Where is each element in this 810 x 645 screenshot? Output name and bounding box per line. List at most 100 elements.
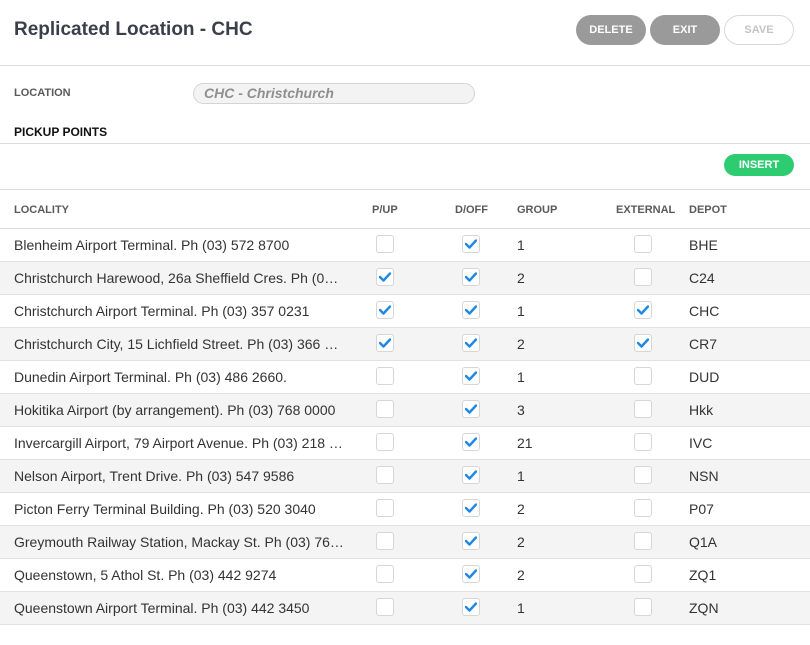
check-icon xyxy=(465,470,477,480)
external-checkbox[interactable] xyxy=(634,235,652,253)
table-row[interactable]: Dunedin Airport Terminal. Ph (03) 486 26… xyxy=(0,361,810,394)
dropoff-checkbox[interactable] xyxy=(462,268,480,286)
dropoff-checkbox[interactable] xyxy=(462,367,480,385)
locality-cell: Dunedin Airport Terminal. Ph (03) 486 26… xyxy=(14,369,287,385)
locality-cell: Christchurch Harewood, 26a Sheffield Cre… xyxy=(14,270,344,286)
table-row[interactable]: Queenstown, 5 Athol St. Ph (03) 442 9274… xyxy=(0,559,810,592)
check-icon xyxy=(465,602,477,612)
column-header-doff[interactable]: D/OFF xyxy=(455,204,488,216)
table-row[interactable]: Invercargill Airport, 79 Airport Avenue.… xyxy=(0,427,810,460)
external-checkbox[interactable] xyxy=(634,268,652,286)
table-row[interactable]: Hokitika Airport (by arrangement). Ph (0… xyxy=(0,394,810,427)
pickup-checkbox[interactable] xyxy=(376,532,394,550)
external-checkbox[interactable] xyxy=(634,499,652,517)
pickup-checkbox[interactable] xyxy=(376,235,394,253)
depot-cell: DUD xyxy=(689,369,720,385)
column-header-locality[interactable]: LOCALITY xyxy=(14,204,69,216)
column-header-external[interactable]: EXTERNAL xyxy=(616,204,675,216)
check-icon xyxy=(379,305,391,315)
save-button[interactable]: SAVE xyxy=(724,15,794,45)
dropoff-checkbox[interactable] xyxy=(462,433,480,451)
dropoff-checkbox[interactable] xyxy=(462,301,480,319)
external-checkbox[interactable] xyxy=(634,466,652,484)
pickup-points-title: PICKUP POINTS xyxy=(14,125,108,139)
depot-cell: BHE xyxy=(689,237,718,253)
depot-cell: NSN xyxy=(689,468,719,484)
table-row[interactable]: Greymouth Railway Station, Mackay St. Ph… xyxy=(0,526,810,559)
external-checkbox[interactable] xyxy=(634,367,652,385)
table-row[interactable]: Christchurch Airport Terminal. Ph (03) 3… xyxy=(0,295,810,328)
depot-cell: ZQN xyxy=(689,600,719,616)
divider xyxy=(0,143,810,144)
depot-cell: Q1A xyxy=(689,534,718,550)
pickup-checkbox[interactable] xyxy=(376,334,394,352)
location-field[interactable]: CHC - Christchurch xyxy=(193,83,475,104)
check-icon xyxy=(465,536,477,546)
check-icon xyxy=(379,272,391,282)
external-checkbox[interactable] xyxy=(634,565,652,583)
check-icon xyxy=(465,437,477,447)
dropoff-checkbox[interactable] xyxy=(462,598,480,616)
delete-button[interactable]: DELETE xyxy=(576,15,646,45)
check-icon xyxy=(465,338,477,348)
dropoff-checkbox[interactable] xyxy=(462,565,480,583)
locality-cell: Christchurch City, 15 Lichfield Street. … xyxy=(14,336,344,352)
locality-cell: Queenstown Airport Terminal. Ph (03) 442… xyxy=(14,600,310,616)
group-cell: 1 xyxy=(517,369,525,385)
pickup-checkbox[interactable] xyxy=(376,565,394,583)
column-header-depot[interactable]: DEPOT xyxy=(689,204,727,216)
locality-cell: Queenstown, 5 Athol St. Ph (03) 442 9274 xyxy=(14,567,277,583)
dropoff-checkbox[interactable] xyxy=(462,466,480,484)
check-icon xyxy=(465,272,477,282)
pickup-checkbox[interactable] xyxy=(376,433,394,451)
table-row[interactable]: Blenheim Airport Terminal. Ph (03) 572 8… xyxy=(0,229,810,262)
pickup-checkbox[interactable] xyxy=(376,466,394,484)
group-cell: 2 xyxy=(517,336,525,352)
table-row[interactable]: Queenstown Airport Terminal. Ph (03) 442… xyxy=(0,592,810,625)
check-icon xyxy=(465,239,477,249)
column-header-pup[interactable]: P/UP xyxy=(372,204,398,216)
check-icon xyxy=(637,338,649,348)
locality-cell: Hokitika Airport (by arrangement). Ph (0… xyxy=(14,402,336,418)
locality-cell: Invercargill Airport, 79 Airport Avenue.… xyxy=(14,435,344,451)
check-icon xyxy=(465,503,477,513)
location-label: LOCATION xyxy=(14,87,71,99)
pickup-checkbox[interactable] xyxy=(376,598,394,616)
table-row[interactable]: Christchurch Harewood, 26a Sheffield Cre… xyxy=(0,262,810,295)
pickup-checkbox[interactable] xyxy=(376,268,394,286)
locality-cell: Blenheim Airport Terminal. Ph (03) 572 8… xyxy=(14,237,290,253)
dropoff-checkbox[interactable] xyxy=(462,532,480,550)
exit-button[interactable]: EXIT xyxy=(650,15,720,45)
pickup-checkbox[interactable] xyxy=(376,301,394,319)
external-checkbox[interactable] xyxy=(634,334,652,352)
dropoff-checkbox[interactable] xyxy=(462,235,480,253)
group-cell: 2 xyxy=(517,534,525,550)
table-header: LOCALITY P/UP D/OFF GROUP EXTERNAL DEPOT xyxy=(0,190,810,229)
table-row[interactable]: Nelson Airport, Trent Drive. Ph (03) 547… xyxy=(0,460,810,493)
locality-cell: Christchurch Airport Terminal. Ph (03) 3… xyxy=(14,303,310,319)
external-checkbox[interactable] xyxy=(634,400,652,418)
locality-cell: Nelson Airport, Trent Drive. Ph (03) 547… xyxy=(14,468,295,484)
pickup-checkbox[interactable] xyxy=(376,499,394,517)
dropoff-checkbox[interactable] xyxy=(462,334,480,352)
check-icon xyxy=(465,404,477,414)
check-icon xyxy=(465,371,477,381)
external-checkbox[interactable] xyxy=(634,433,652,451)
group-cell: 2 xyxy=(517,501,525,517)
depot-cell: IVC xyxy=(689,435,713,451)
group-cell: 3 xyxy=(517,402,525,418)
group-cell: 1 xyxy=(517,468,525,484)
group-cell: 21 xyxy=(517,435,533,451)
table-row[interactable]: Christchurch City, 15 Lichfield Street. … xyxy=(0,328,810,361)
external-checkbox[interactable] xyxy=(634,598,652,616)
insert-button[interactable]: INSERT xyxy=(724,154,794,176)
external-checkbox[interactable] xyxy=(634,301,652,319)
pickup-checkbox[interactable] xyxy=(376,367,394,385)
pickup-checkbox[interactable] xyxy=(376,400,394,418)
group-cell: 2 xyxy=(517,567,525,583)
dropoff-checkbox[interactable] xyxy=(462,400,480,418)
external-checkbox[interactable] xyxy=(634,532,652,550)
column-header-group[interactable]: GROUP xyxy=(517,204,557,216)
dropoff-checkbox[interactable] xyxy=(462,499,480,517)
table-row[interactable]: Picton Ferry Terminal Building. Ph (03) … xyxy=(0,493,810,526)
